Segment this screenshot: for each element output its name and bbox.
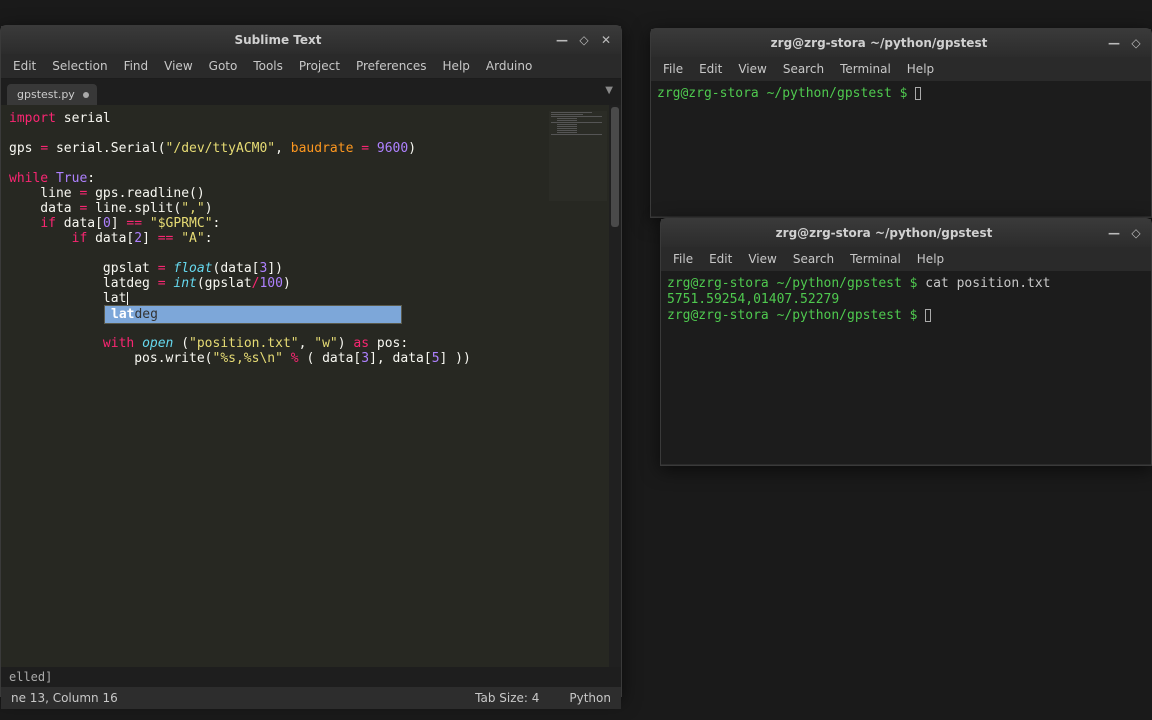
code-line[interactable]: import serial <box>9 111 613 126</box>
minimize-button[interactable]: — <box>553 31 571 49</box>
code-line[interactable] <box>9 246 613 261</box>
menu-goto[interactable]: Goto <box>201 57 246 75</box>
menu-terminal[interactable]: Terminal <box>832 60 899 78</box>
code-line[interactable]: while True: <box>9 171 613 186</box>
status-tab-size[interactable]: Tab Size: 4 <box>475 691 539 705</box>
editor-area[interactable]: import serial gps = serial.Serial("/dev/… <box>1 105 621 667</box>
text-cursor-icon <box>127 292 128 306</box>
terminal1-body[interactable]: zrg@zrg-stora ~/python/gpstest $ <box>651 82 1151 216</box>
code-line[interactable]: gps = serial.Serial("/dev/ttyACM0", baud… <box>9 141 613 156</box>
code-line[interactable]: latdeg = int(gpslat/100) <box>9 276 613 291</box>
terminal2-output: 5751.59254,01407.52279 <box>667 292 1145 308</box>
scrollbar-thumb[interactable] <box>611 107 619 227</box>
minimap[interactable] <box>549 111 607 201</box>
dirty-indicator-icon <box>83 92 89 98</box>
code-editor[interactable]: import serial gps = serial.Serial("/dev/… <box>1 105 621 372</box>
terminal-cursor-icon <box>925 309 931 322</box>
minimize-button[interactable]: — <box>1105 224 1123 242</box>
terminal-cursor-icon <box>915 87 921 100</box>
command-status: elled] <box>1 667 621 687</box>
code-line[interactable]: with open ("position.txt", "w") as pos: <box>9 336 613 351</box>
code-line[interactable]: pos.write("%s,%s\n" % ( data[3], data[5]… <box>9 351 613 366</box>
menu-edit[interactable]: Edit <box>691 60 730 78</box>
menu-help[interactable]: Help <box>909 250 952 268</box>
code-line[interactable]: line = gps.readline() <box>9 186 613 201</box>
menu-terminal[interactable]: Terminal <box>842 250 909 268</box>
terminal2-prompt2: zrg@zrg-stora ~/python/gpstest $ <box>667 308 925 323</box>
terminal2-prompt: zrg@zrg-stora ~/python/gpstest $ <box>667 276 925 291</box>
menu-arduino[interactable]: Arduino <box>478 57 540 75</box>
menu-selection[interactable]: Selection <box>44 57 115 75</box>
menu-edit[interactable]: Edit <box>5 57 44 75</box>
terminal-window-1: zrg@zrg-stora ~/python/gpstest — ◇ FileE… <box>650 28 1152 218</box>
sublime-menubar: EditSelectionFindViewGotoToolsProjectPre… <box>1 54 621 79</box>
code-line[interactable]: gpslat = float(data[3]) <box>9 261 613 276</box>
status-cursor-pos: ne 13, Column 16 <box>11 691 475 705</box>
autocomplete-match: lat <box>111 307 134 322</box>
code-line[interactable]: if data[0] == "$GPRMC": <box>9 216 613 231</box>
menu-view[interactable]: View <box>730 60 774 78</box>
menu-help[interactable]: Help <box>435 57 478 75</box>
menu-file[interactable]: File <box>655 60 691 78</box>
menu-project[interactable]: Project <box>291 57 348 75</box>
menu-file[interactable]: File <box>665 250 701 268</box>
code-line[interactable]: if data[2] == "A": <box>9 231 613 246</box>
menu-edit[interactable]: Edit <box>701 250 740 268</box>
autocomplete-rest: deg <box>134 307 157 322</box>
terminal2-menubar: FileEditViewSearchTerminalHelp <box>661 247 1151 272</box>
terminal1-title: zrg@zrg-stora ~/python/gpstest <box>657 36 1101 50</box>
code-line[interactable] <box>9 156 613 171</box>
menu-help[interactable]: Help <box>899 60 942 78</box>
terminal2-command: cat position.txt <box>925 276 1050 291</box>
statusbar: ne 13, Column 16 Tab Size: 4 Python <box>1 687 621 709</box>
terminal1-menubar: FileEditViewSearchTerminalHelp <box>651 57 1151 82</box>
terminal2-body[interactable]: zrg@zrg-stora ~/python/gpstest $ cat pos… <box>661 272 1151 464</box>
menu-tools[interactable]: Tools <box>245 57 291 75</box>
minimize-button[interactable]: — <box>1105 34 1123 52</box>
terminal1-prompt: zrg@zrg-stora ~/python/gpstest $ <box>657 86 915 101</box>
code-line[interactable] <box>9 126 613 141</box>
autocomplete-item[interactable]: latdeg <box>105 306 401 323</box>
sublime-titlebar[interactable]: Sublime Text — ◇ ✕ <box>1 26 621 54</box>
terminal2-titlebar[interactable]: zrg@zrg-stora ~/python/gpstest — ◇ <box>661 219 1151 247</box>
sublime-window: Sublime Text — ◇ ✕ EditSelectionFindView… <box>0 25 622 697</box>
maximize-button[interactable]: ◇ <box>1127 224 1145 242</box>
terminal-window-2: zrg@zrg-stora ~/python/gpstest — ◇ FileE… <box>660 218 1152 466</box>
menu-search[interactable]: Search <box>785 250 842 268</box>
code-line[interactable]: data = line.split(",") <box>9 201 613 216</box>
menu-search[interactable]: Search <box>775 60 832 78</box>
status-syntax[interactable]: Python <box>569 691 611 705</box>
menu-view[interactable]: View <box>740 250 784 268</box>
terminal2-title: zrg@zrg-stora ~/python/gpstest <box>667 226 1101 240</box>
file-tab[interactable]: gpstest.py <box>7 84 97 105</box>
menu-find[interactable]: Find <box>116 57 157 75</box>
maximize-button[interactable]: ◇ <box>1127 34 1145 52</box>
sublime-title: Sublime Text <box>7 33 549 47</box>
maximize-button[interactable]: ◇ <box>575 31 593 49</box>
autocomplete-popup[interactable]: latdeg <box>104 305 402 324</box>
terminal1-titlebar[interactable]: zrg@zrg-stora ~/python/gpstest — ◇ <box>651 29 1151 57</box>
tab-bar: gpstest.py ▼ <box>1 79 621 105</box>
close-button[interactable]: ✕ <box>597 31 615 49</box>
tab-overflow-icon[interactable]: ▼ <box>605 85 613 96</box>
code-line[interactable]: lat <box>9 291 613 306</box>
menu-preferences[interactable]: Preferences <box>348 57 435 75</box>
editor-scrollbar[interactable] <box>609 105 621 667</box>
menu-view[interactable]: View <box>156 57 200 75</box>
tab-label: gpstest.py <box>17 88 75 101</box>
